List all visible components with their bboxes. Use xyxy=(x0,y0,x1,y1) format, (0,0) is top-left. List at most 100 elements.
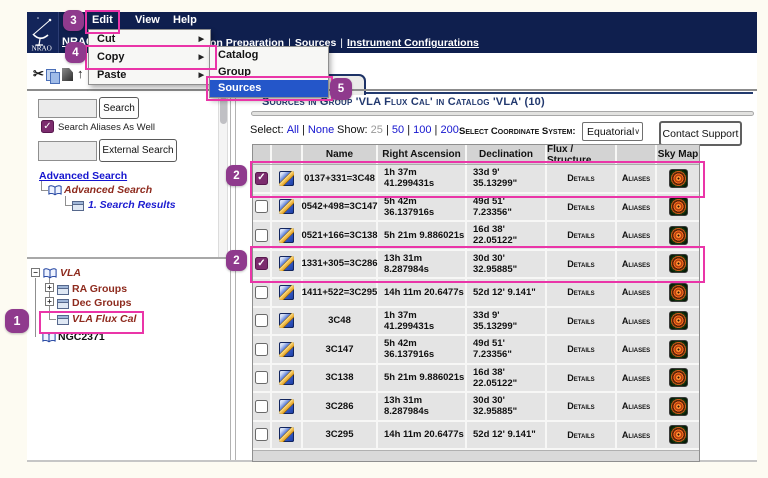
show-50-link[interactable]: 50 xyxy=(392,124,404,136)
callout-badge-5: 5 xyxy=(330,78,352,100)
select-none-link[interactable]: None xyxy=(308,124,334,136)
edit-source-icon[interactable] xyxy=(279,228,294,243)
right-ascension-value: 5h 21m 9.886021s xyxy=(378,222,467,249)
callout-badge-2: 2 xyxy=(226,250,247,271)
row-select-checkbox[interactable] xyxy=(255,229,268,242)
tree-item-dec-groups[interactable]: Dec Groups xyxy=(72,297,132,309)
copy-icon[interactable] xyxy=(46,69,60,82)
nav-link-instrument-configurations[interactable]: Instrument Configurations xyxy=(347,37,479,49)
row-select-checkbox[interactable] xyxy=(255,286,268,299)
aliases-link[interactable]: Aliases xyxy=(622,316,650,326)
details-link[interactable]: Details xyxy=(567,316,594,326)
submenu-item-group[interactable]: Group xyxy=(210,64,328,81)
tree-item-search-results[interactable]: 1. Search Results xyxy=(88,199,176,211)
details-link[interactable]: Details xyxy=(567,230,594,240)
sky-map-icon[interactable] xyxy=(669,169,688,188)
show-100-link[interactable]: 100 xyxy=(413,124,431,136)
search-input[interactable] xyxy=(38,99,97,118)
left-panel-scrollbar-thumb[interactable] xyxy=(220,97,227,124)
edit-source-icon[interactable] xyxy=(279,313,294,328)
submenu-arrow-icon: ▶ xyxy=(199,53,204,61)
row-select-checkbox[interactable] xyxy=(255,428,268,441)
menu-help[interactable]: Help xyxy=(173,14,197,26)
edit-source-icon[interactable] xyxy=(279,427,294,442)
menu-item-copy[interactable]: Copy▶ xyxy=(89,48,210,66)
aliases-link[interactable]: Aliases xyxy=(622,344,650,354)
details-link[interactable]: Details xyxy=(567,401,594,411)
details-link[interactable]: Details xyxy=(567,173,594,183)
right-ascension-value: 14h 11m 20.6477s xyxy=(378,422,467,449)
select-all-link[interactable]: All xyxy=(287,124,299,136)
row-select-checkbox[interactable]: ✓ xyxy=(255,172,268,185)
sky-map-icon[interactable] xyxy=(669,340,688,359)
aliases-link[interactable]: Aliases xyxy=(622,401,650,411)
row-select-checkbox[interactable] xyxy=(255,314,268,327)
row-select-checkbox[interactable] xyxy=(255,371,268,384)
sky-map-icon[interactable] xyxy=(669,425,688,444)
tree-item-advanced-search[interactable]: Advanced Search xyxy=(64,184,152,196)
tree-item-ngc2371[interactable]: NGC2371 xyxy=(58,331,105,343)
edit-source-icon[interactable] xyxy=(279,399,294,414)
sky-map-icon[interactable] xyxy=(669,254,688,273)
sky-map-icon[interactable] xyxy=(669,368,688,387)
search-aliases-checkbox[interactable]: ✓ xyxy=(41,120,54,133)
submenu-item-catalog[interactable]: Catalog xyxy=(210,47,328,64)
edit-source-icon[interactable] xyxy=(279,256,294,271)
edit-source-icon[interactable] xyxy=(279,342,294,357)
search-button[interactable]: Search xyxy=(99,97,139,119)
move-up-icon[interactable]: ↑ xyxy=(77,66,84,81)
sky-map-icon[interactable] xyxy=(669,311,688,330)
row-select-checkbox[interactable] xyxy=(255,400,268,413)
coordinate-system-select[interactable]: Equatorial ∨ xyxy=(582,122,643,141)
row-select-checkbox[interactable] xyxy=(255,343,268,356)
sky-map-icon[interactable] xyxy=(669,397,688,416)
tree-item-ra-groups[interactable]: RA Groups xyxy=(72,283,127,295)
aliases-link[interactable]: Aliases xyxy=(622,373,650,383)
tree-item-vla[interactable]: VLA xyxy=(60,267,81,279)
show-200-link[interactable]: 200 xyxy=(440,124,458,136)
details-link[interactable]: Details xyxy=(567,430,594,440)
tree-item-vla-flux-cal[interactable]: VLA Flux Cal xyxy=(72,313,136,325)
menu-edit[interactable]: Edit xyxy=(92,14,113,26)
aliases-link[interactable]: Aliases xyxy=(622,430,650,440)
expand-toggle-plus[interactable]: + xyxy=(45,283,54,292)
menu-item-cut[interactable]: Cut▶ xyxy=(89,30,210,48)
submenu-item-sources[interactable]: Sources xyxy=(210,80,328,97)
advanced-search-link[interactable]: Advanced Search xyxy=(39,170,127,182)
source-name: 1411+522=3C295 xyxy=(303,279,378,306)
details-link[interactable]: Details xyxy=(567,287,594,297)
edit-source-icon[interactable] xyxy=(279,199,294,214)
row-select-checkbox[interactable] xyxy=(255,200,268,213)
details-link[interactable]: Details xyxy=(567,259,594,269)
aliases-link[interactable]: Aliases xyxy=(622,173,650,183)
aliases-link[interactable]: Aliases xyxy=(622,287,650,297)
menu-item-paste[interactable]: Paste▶ xyxy=(89,66,210,84)
submenu-arrow-icon: ▶ xyxy=(199,35,204,43)
sky-map-icon[interactable] xyxy=(669,197,688,216)
edit-source-icon[interactable] xyxy=(279,285,294,300)
source-name: 3C295 xyxy=(303,422,378,449)
aliases-link[interactable]: Aliases xyxy=(622,230,650,240)
menu-view[interactable]: View xyxy=(135,14,160,26)
cut-icon[interactable]: ✂ xyxy=(33,66,44,82)
expand-toggle-plus[interactable]: + xyxy=(45,297,54,306)
details-link[interactable]: Details xyxy=(567,202,594,212)
details-link[interactable]: Details xyxy=(567,344,594,354)
external-search-button[interactable]: External Search xyxy=(99,139,177,162)
collapse-toggle-minus[interactable]: − xyxy=(31,268,40,277)
table-header-row: Name Right Ascension Declination Flux / … xyxy=(253,145,699,165)
row-select-checkbox[interactable]: ✓ xyxy=(255,257,268,270)
aliases-link[interactable]: Aliases xyxy=(622,202,650,212)
sky-map-icon[interactable] xyxy=(669,226,688,245)
contact-support-button[interactable]: Contact Support xyxy=(659,121,742,146)
sky-map-icon[interactable] xyxy=(669,283,688,302)
header-aliases-col xyxy=(617,145,657,164)
external-search-input[interactable] xyxy=(38,141,97,161)
edit-source-icon[interactable] xyxy=(279,370,294,385)
declination-value: 30d 30' 32.95885" xyxy=(467,393,547,420)
edit-source-icon[interactable] xyxy=(279,171,294,186)
details-link[interactable]: Details xyxy=(567,373,594,383)
source-table-row: 3C1385h 21m 9.886021s16d 38' 22.05122"De… xyxy=(253,365,699,394)
header-name: Name xyxy=(303,145,378,164)
aliases-link[interactable]: Aliases xyxy=(622,259,650,269)
